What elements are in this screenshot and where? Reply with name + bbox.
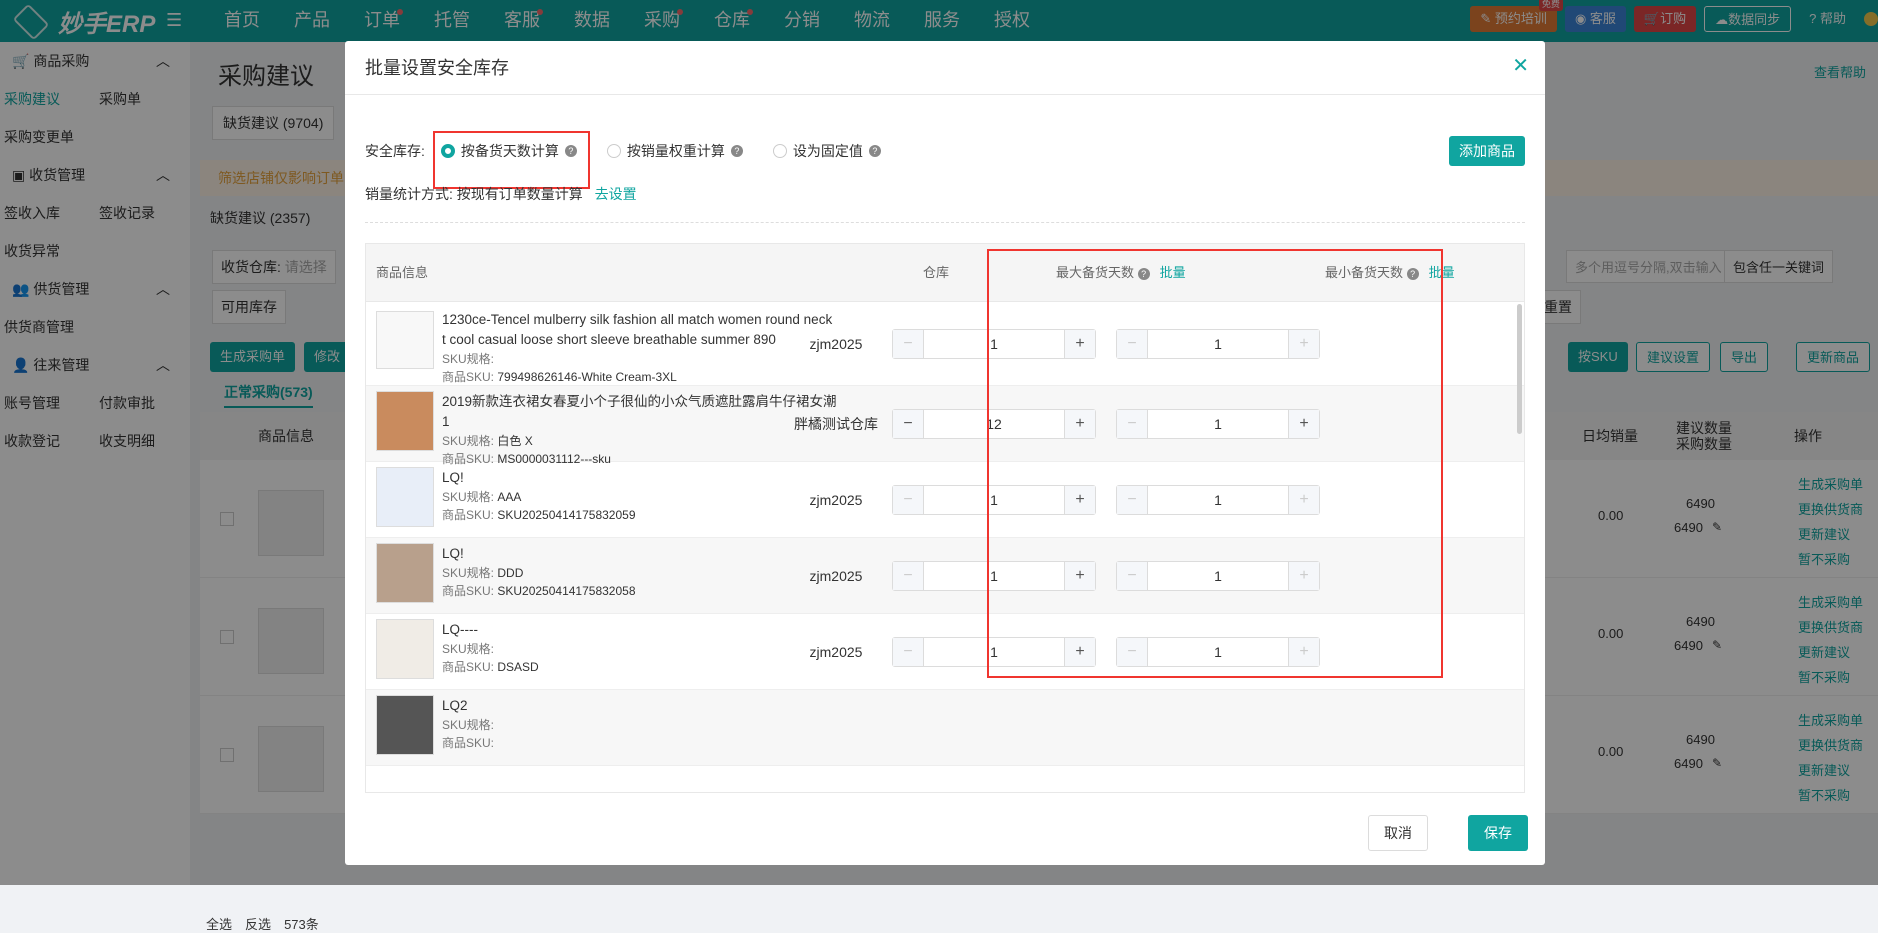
radio-by-sales-weight[interactable]: 按销量权重计算? <box>606 141 743 161</box>
sku-spec-value: AAA <box>497 490 522 504</box>
product-thumbnail <box>376 543 434 603</box>
sku-spec-label: SKU规格: <box>442 718 495 732</box>
minus-icon[interactable]: − <box>893 638 923 666</box>
product-sku-label: 商品SKU: <box>442 736 495 750</box>
safe-stock-label: 安全库存: <box>365 143 425 159</box>
modal-title: 批量设置安全库存 <box>345 41 1545 95</box>
radio-fixed-value[interactable]: 设为固定值? <box>772 141 881 161</box>
cancel-button[interactable]: 取消 <box>1368 815 1428 851</box>
add-product-button[interactable]: 添加商品 <box>1449 136 1525 166</box>
product-sku-value: SKU20250414175832058 <box>497 584 636 598</box>
sku-spec-label: SKU规格: <box>442 642 495 656</box>
divider <box>365 222 1525 223</box>
sku-spec-label: SKU规格: <box>442 434 495 448</box>
radio-by-sales-label: 按销量权重计算 <box>626 143 725 159</box>
highlight-box-days <box>987 249 1443 678</box>
question-icon: ? <box>730 145 743 157</box>
product-sku-label: 商品SKU: <box>442 660 495 674</box>
product-thumbnail <box>376 695 434 755</box>
sku-spec-label: SKU规格: <box>442 490 495 504</box>
batch-safe-stock-modal: 批量设置安全库存 ✕ 安全库存: 按备货天数计算? 按销量权重计算? 设为固定值… <box>345 41 1545 865</box>
sku-spec: SKU规格: <box>442 716 837 734</box>
radio-unchecked-icon <box>606 144 621 158</box>
sku-spec-value: DDD <box>497 566 524 580</box>
minus-icon[interactable]: − <box>893 330 923 358</box>
close-icon[interactable]: ✕ <box>1512 53 1529 78</box>
highlight-box-option <box>433 131 590 189</box>
product-thumbnail <box>376 467 434 527</box>
table-scrollbar[interactable] <box>1517 304 1522 434</box>
product-sku-label: 商品SKU: <box>442 508 495 522</box>
sku-spec-label: SKU规格: <box>442 352 495 366</box>
product-sku-label: 商品SKU: <box>442 584 495 598</box>
product-sku-label: 商品SKU: <box>442 370 495 384</box>
sku-spec-value: 白色 X <box>497 434 533 448</box>
go-set-link[interactable]: 去设置 <box>595 186 637 202</box>
product-sku-value: SKU20250414175832059 <box>497 508 636 522</box>
product-sku-value: 799498626146-White Cream-3XL <box>497 370 677 384</box>
minus-icon[interactable]: − <box>893 562 923 590</box>
sales-method-label: 销量统计方式: <box>365 186 453 202</box>
product-thumbnail <box>376 619 434 679</box>
bg-footer: 全选 反选 573条 <box>206 914 319 933</box>
table-row: LQ2 SKU规格: 商品SKU: <box>366 690 1524 766</box>
product-thumbnail <box>376 391 434 451</box>
save-button[interactable]: 保存 <box>1468 815 1528 851</box>
total-count: 573条 <box>284 917 319 932</box>
product-sku-value: DSASD <box>497 660 539 674</box>
sku-spec-label: SKU规格: <box>442 566 495 580</box>
product-name: LQ2 <box>442 698 468 713</box>
sales-method-value: 按现有订单数量计算 <box>456 186 583 202</box>
minus-icon[interactable]: − <box>893 410 923 438</box>
col-warehouse: 仓库 <box>922 265 949 280</box>
invert-button[interactable]: 反选 <box>245 917 271 932</box>
radio-unchecked-icon <box>772 144 787 158</box>
radio-fixed-label: 设为固定值 <box>792 143 863 159</box>
product-info: LQ2 SKU规格: 商品SKU: <box>442 696 837 752</box>
sales-method-row: 销量统计方式: 按现有订单数量计算 去设置 <box>365 184 637 204</box>
question-icon: ? <box>868 145 881 157</box>
product-sku: 商品SKU: <box>442 734 837 752</box>
product-thumbnail <box>376 311 434 369</box>
minus-icon[interactable]: − <box>893 486 923 514</box>
select-all-button[interactable]: 全选 <box>206 917 232 932</box>
col-product: 商品信息 <box>376 265 429 280</box>
